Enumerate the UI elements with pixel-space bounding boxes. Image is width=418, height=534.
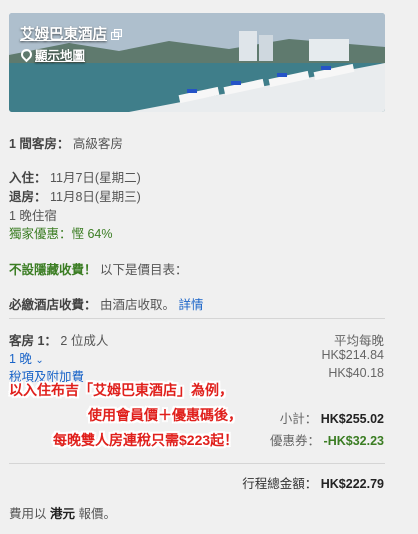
currency-note-post: 報價。 [78,507,117,521]
divider [9,463,385,464]
mandatory-fees-label: 必繳酒店收費： [9,298,97,312]
show-map-label[interactable]: 顯示地圖 [35,45,85,64]
no-hidden-fees: 不設隱藏收費！ 以下是價目表： [9,259,188,278]
hotel-image: 艾姆巴東酒店 顯示地圖 [9,13,385,112]
taxes-price: HK$40.18 [328,366,384,380]
room-line: 客房 1： 2 位成人 [9,330,108,349]
checkin-label: 入住： [9,171,47,185]
coupon-label: 優惠券： [270,434,321,448]
room-occupancy: 2 位成人 [60,334,109,348]
mandatory-fees-text: 由酒店收取。 [100,298,176,312]
fee-details-link[interactable]: 詳情 [179,298,204,312]
nights-price: HK$214.84 [321,348,384,362]
checkout-row: 退房： 11月8日(星期三) [9,186,141,205]
nights-stay: 1 晚住宿 [9,209,57,223]
checkin-row: 入住： 11月7日(星期二) [9,167,141,186]
coupon-row: 優惠券： -HK$32.23 [270,430,384,449]
show-map-link[interactable]: 顯示地圖 [18,45,85,64]
hotel-name[interactable]: 艾姆巴東酒店 [20,23,107,44]
mandatory-fees: 必繳酒店收費： 由酒店收取。 詳情 [9,294,204,313]
checkout-date: 11月8日(星期三) [50,190,141,204]
promo-line-2: 使用會員價＋優惠碼後， [88,407,242,423]
room-summary: 1 間客房： 高級客房 [9,133,123,152]
promo-line-3: 每晚雙人房連稅只需$223起！ [53,432,239,448]
external-link-icon[interactable] [111,28,122,40]
currency-note-currency: 港元 [50,507,76,521]
subtotal-label: 小計： [279,412,318,426]
nights-toggle[interactable]: 1 晚 ⌄ [9,348,44,367]
coupon-value: -HK$32.23 [323,434,384,448]
total-label: 行程總金額： [242,477,318,491]
hotel-name-link[interactable]: 艾姆巴東酒店 [20,23,122,44]
exclusive-deal: 獨家優惠：慳 64% [9,227,113,241]
avg-per-night: 平均每晚 [333,334,384,348]
nights-toggle-label[interactable]: 1 晚 [9,352,32,366]
currency-note: 費用以 港元 報價。 [9,503,116,522]
no-hidden-fees-text: 以下是價目表： [100,263,188,277]
total-row: 行程總金額： HK$222.79 [242,473,384,492]
currency-note-pre: 費用以 [9,507,47,521]
divider [9,318,385,319]
checkin-date: 11月7日(星期二) [50,171,141,185]
room-line-label: 客房 1： [9,334,57,348]
map-pin-icon [18,46,35,63]
no-hidden-fees-label: 不設隱藏收費！ [9,263,97,277]
chevron-down-icon[interactable]: ⌄ [35,355,43,366]
promo-line-1: 以入住布吉「艾姆巴東酒店」為例， [9,382,233,398]
subtotal-row: 小計： HK$255.02 [280,408,384,427]
room-type: 高級客房 [72,137,123,151]
room-count-label: 1 間客房： [9,137,70,151]
total-value: HK$222.79 [320,477,384,491]
subtotal-value: HK$255.02 [320,412,384,426]
checkout-label: 退房： [9,190,47,204]
